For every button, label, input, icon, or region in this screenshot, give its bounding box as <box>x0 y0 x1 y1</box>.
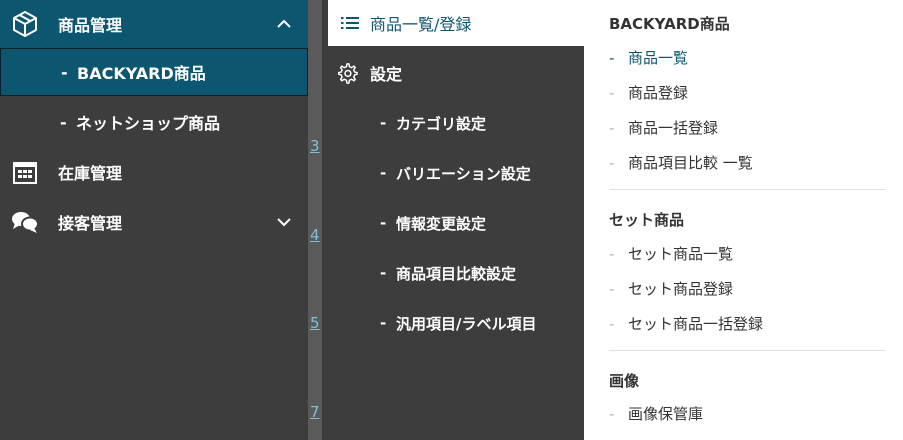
sidebar: 商品管理 - BACKYARD商品 - ネットショップ商品 在庫管理 接客管理 <box>0 0 308 440</box>
sidebar-subitem-netshop[interactable]: - ネットショップ商品 <box>0 98 308 146</box>
sidebar-item-stock-management[interactable]: 在庫管理 <box>0 148 308 196</box>
bullet-dash: - <box>380 164 387 182</box>
submenu-item-label: 商品項目比較設定 <box>396 264 517 283</box>
flyout-panel: BACKYARD商品 - 商品一覧 - 商品登録 - 商品一括登録 - 商品項目… <box>584 0 903 440</box>
panel-link-product-list[interactable]: - 商品一覧 <box>609 47 688 68</box>
submenu-item-category-settings[interactable]: - カテゴリ設定 <box>322 100 584 146</box>
sidebar-item-label: 在庫管理 <box>58 164 123 183</box>
bullet-dash: - <box>609 314 615 333</box>
panel-link-image-storage[interactable]: - 画像保管庫 <box>609 403 703 424</box>
submenu-item-label: バリエーション設定 <box>396 164 531 183</box>
submenu-item-variation-settings[interactable]: - バリエーション設定 <box>322 150 584 196</box>
panel-link-item-compare[interactable]: - 商品項目比較 一覧 <box>609 152 753 173</box>
chat-bubbles-icon <box>10 207 40 237</box>
submenu-item-label: 商品一覧/登録 <box>370 15 472 34</box>
box-icon <box>10 9 40 39</box>
panel-link-label: 商品登録 <box>628 84 689 102</box>
submenu-item-label: 情報変更設定 <box>396 214 487 233</box>
panel-link-label: 商品項目比較 一覧 <box>628 154 753 172</box>
list-icon <box>341 17 359 29</box>
bullet-dash: - <box>609 83 615 102</box>
bullet-dash: - <box>380 214 387 232</box>
panel-link-set-bulk-register[interactable]: - セット商品一括登録 <box>609 313 763 334</box>
submenu-item-info-change-settings[interactable]: - 情報変更設定 <box>322 200 584 246</box>
gear-icon <box>338 63 358 84</box>
panel-link-bulk-register[interactable]: - 商品一括登録 <box>609 117 718 138</box>
panel-link-label: 画像保管庫 <box>628 405 704 423</box>
sidebar-item-label: 接客管理 <box>58 214 123 233</box>
panel-link-set-list[interactable]: - セット商品一覧 <box>609 243 733 264</box>
page-link[interactable]: 4 <box>310 226 320 244</box>
sidebar-item-customer-management[interactable]: 接客管理 <box>0 198 308 246</box>
submenu-item-product-list[interactable]: 商品一覧/登録 <box>328 0 584 46</box>
panel-link-label: 商品一括登録 <box>628 119 719 137</box>
panel-link-label: セット商品一括登録 <box>628 315 764 333</box>
submenu-item-label: 汎用項目/ラベル項目 <box>396 314 537 333</box>
bullet-dash: - <box>60 112 67 132</box>
panel-link-product-register[interactable]: - 商品登録 <box>609 82 688 103</box>
bullet-dash: - <box>380 114 387 132</box>
submenu: 商品一覧/登録 設定 - カテゴリ設定 - バリエーション設定 - 情報変更設定… <box>322 0 584 440</box>
bullet-dash: - <box>61 62 68 82</box>
submenu-item-settings[interactable]: 設定 <box>322 50 584 96</box>
chevron-down-icon[interactable] <box>276 214 292 230</box>
sidebar-item-product-management[interactable]: 商品管理 <box>0 0 308 48</box>
submenu-item-compare-settings[interactable]: - 商品項目比較設定 <box>322 250 584 296</box>
panel-link-label: 商品一覧 <box>628 49 689 67</box>
bullet-dash: - <box>380 314 387 332</box>
background-page-strip: 3 4 5 7 <box>308 0 322 440</box>
page-link[interactable]: 3 <box>310 137 320 155</box>
panel-link-label: セット商品登録 <box>628 280 734 298</box>
sidebar-item-label: 商品管理 <box>58 16 123 35</box>
warehouse-icon <box>10 157 40 187</box>
app-root: 商品管理 - BACKYARD商品 - ネットショップ商品 在庫管理 接客管理 … <box>0 0 903 440</box>
section-title: 画像 <box>609 372 640 390</box>
bullet-dash: - <box>609 244 615 263</box>
submenu-item-label: 設定 <box>370 65 403 84</box>
page-link[interactable]: 5 <box>310 314 320 332</box>
submenu-item-general-label[interactable]: - 汎用項目/ラベル項目 <box>322 300 584 346</box>
bullet-dash: - <box>609 118 615 137</box>
panel-link-set-register[interactable]: - セット商品登録 <box>609 278 733 299</box>
sidebar-subitem-label: BACKYARD商品 <box>77 64 206 83</box>
bullet-dash: - <box>609 48 615 67</box>
bullet-dash: - <box>380 264 387 282</box>
sidebar-subitem-label: ネットショップ商品 <box>76 114 221 133</box>
section-title: BACKYARD商品 <box>609 15 730 33</box>
page-link[interactable]: 7 <box>310 403 320 421</box>
section-divider <box>609 350 885 351</box>
section-divider <box>609 189 885 190</box>
section-title: セット商品 <box>609 211 685 229</box>
bullet-dash: - <box>609 404 615 423</box>
submenu-item-label: カテゴリ設定 <box>396 114 487 133</box>
panel-link-label: セット商品一覧 <box>628 245 734 263</box>
bullet-dash: - <box>609 153 615 172</box>
sidebar-subitem-backyard[interactable]: - BACKYARD商品 <box>0 48 308 96</box>
chevron-up-icon[interactable] <box>276 16 292 32</box>
bullet-dash: - <box>609 279 615 298</box>
